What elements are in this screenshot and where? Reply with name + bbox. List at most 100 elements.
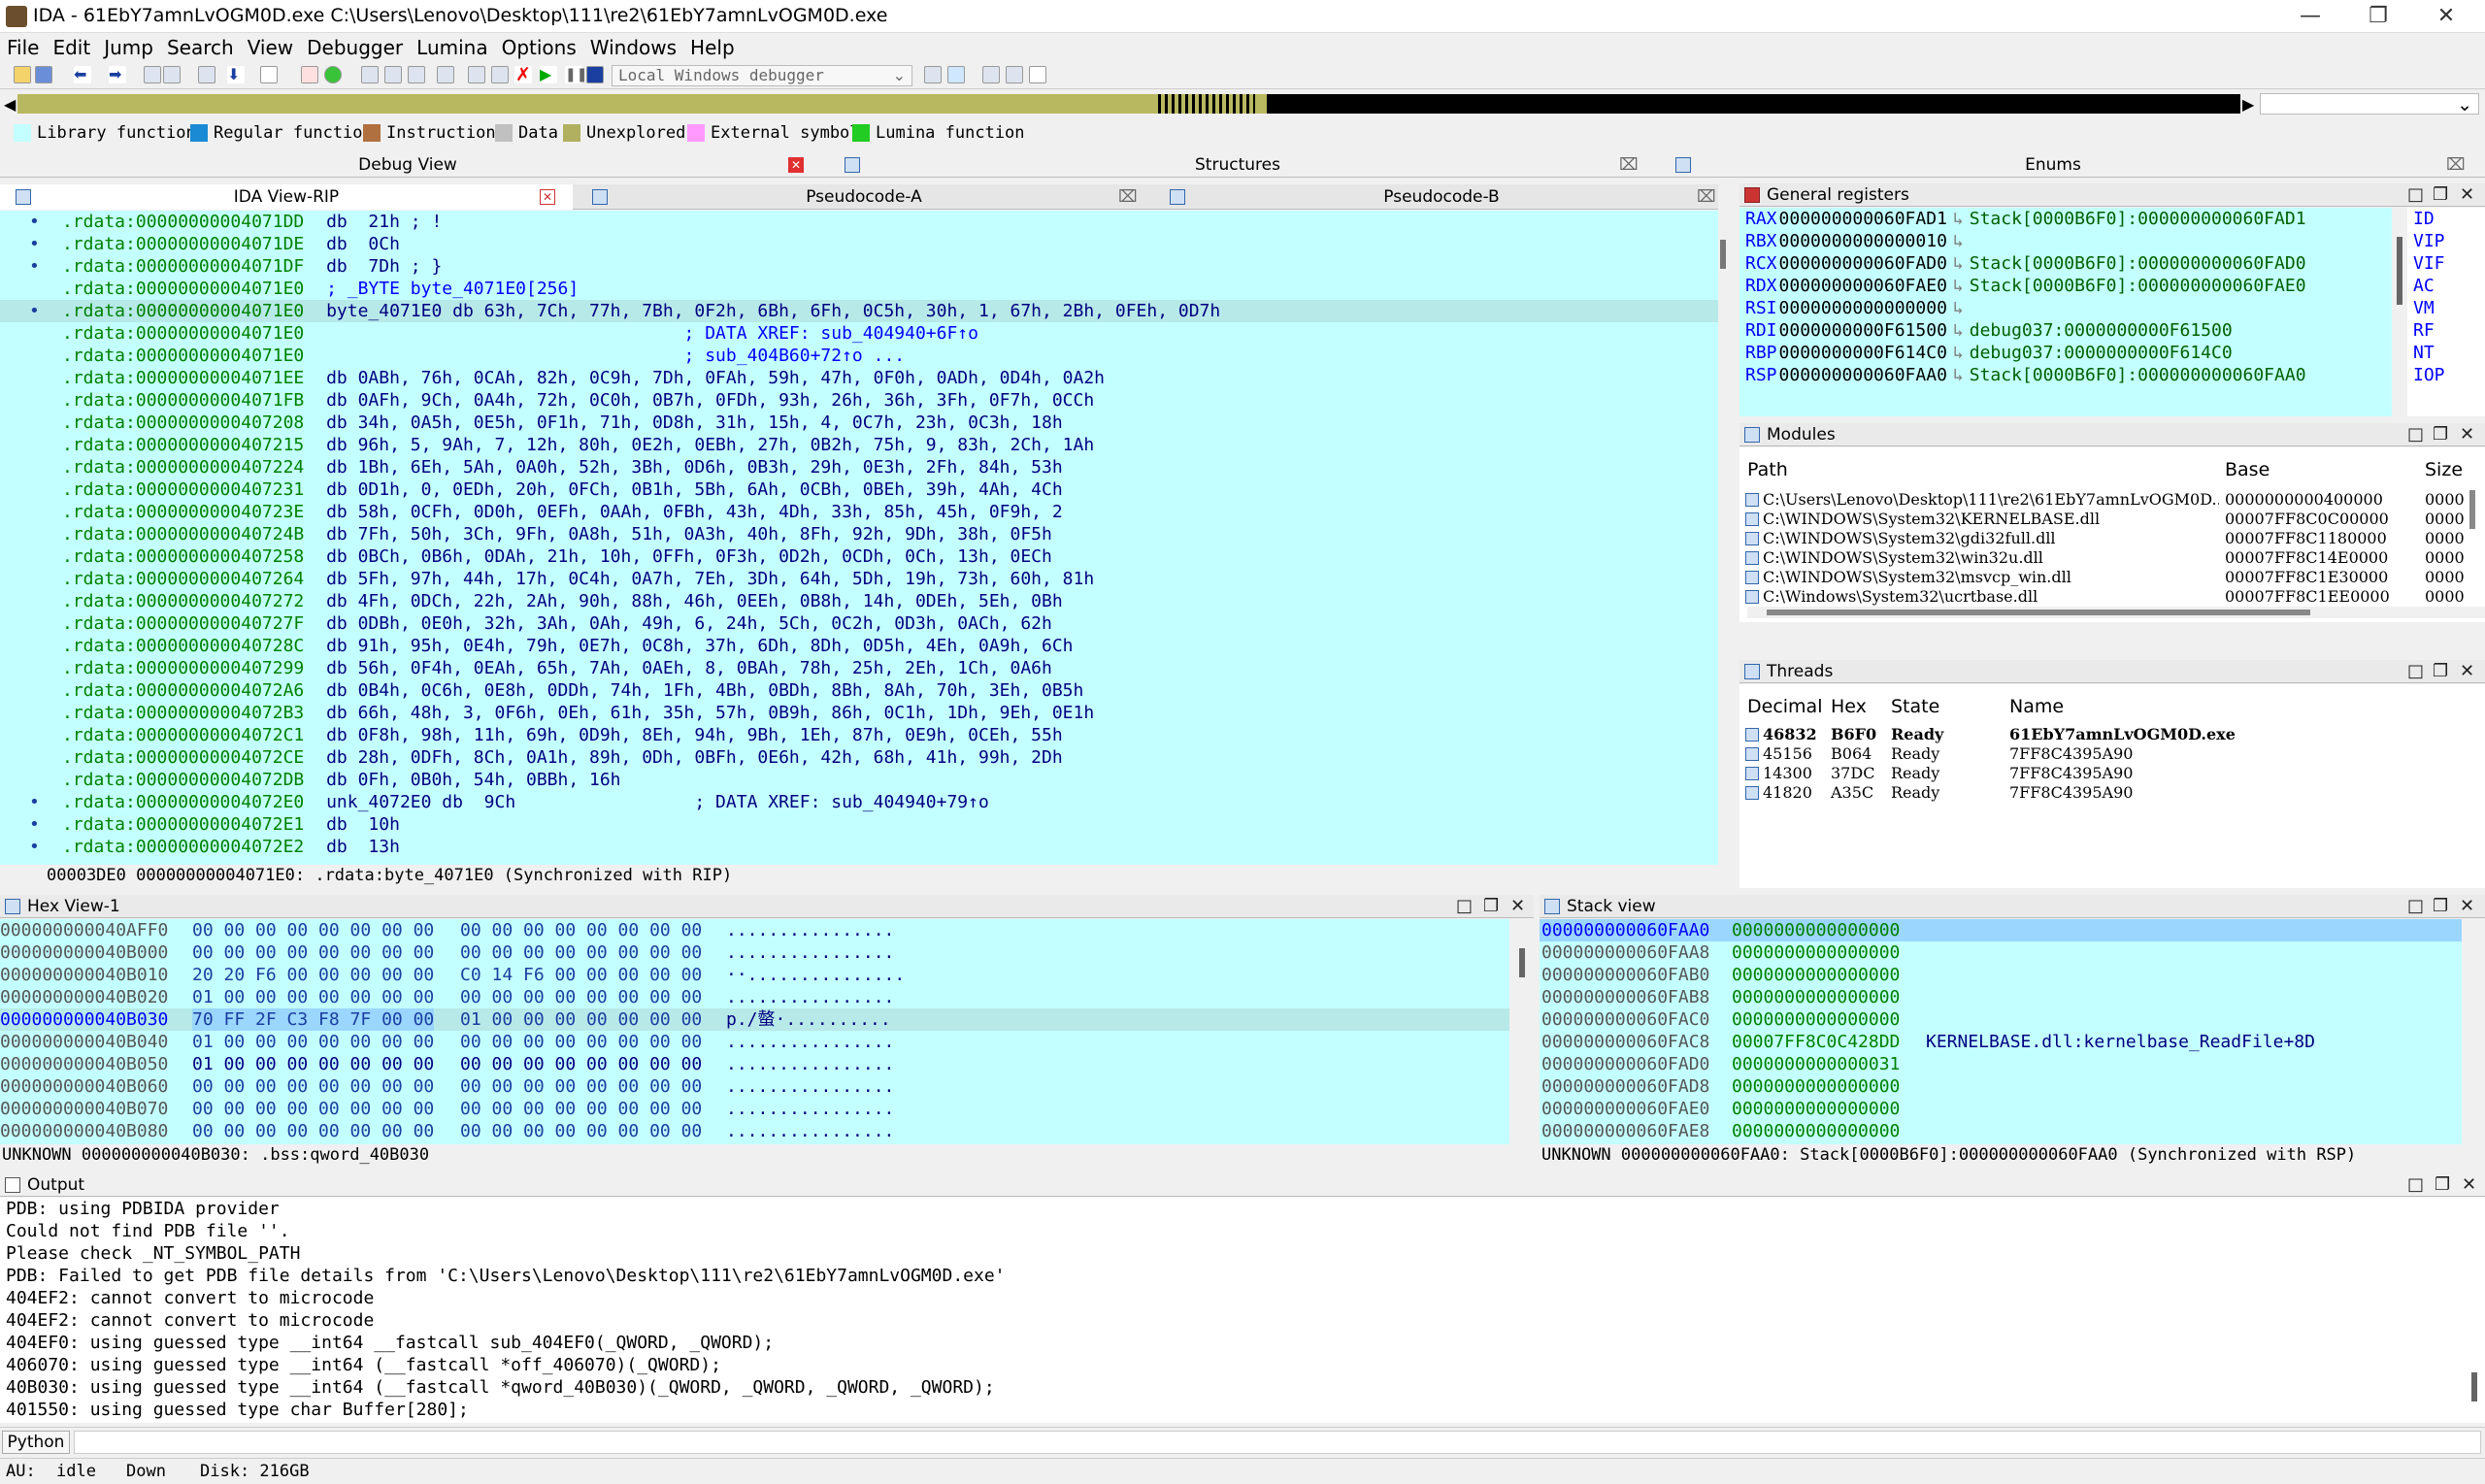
disasm-line[interactable]: .rdata:00000000004072C1 db 0F8h, 98h, 11… [0, 724, 1718, 746]
register-value[interactable]: 000000000060FAE0 [1779, 276, 1947, 296]
debug-options-icon[interactable] [924, 66, 942, 83]
close-icon[interactable]: ⌧ [2446, 152, 2466, 178]
disasm-line[interactable]: .rdata:00000000004071E0 ; _BYTE byte_407… [0, 278, 1718, 300]
tab-structures[interactable]: Structures [864, 152, 1611, 178]
hex-bytes-b[interactable]: 00 00 00 00 00 00 00 00 [460, 1053, 702, 1075]
graph-icon[interactable] [301, 66, 318, 83]
delete-breakpoint-icon[interactable]: ✗ [514, 66, 532, 84]
col-name[interactable]: Name [2009, 694, 2064, 719]
hex-bytes-b[interactable]: 00 00 00 00 00 00 00 00 [460, 1075, 702, 1098]
open-icon[interactable] [14, 66, 31, 83]
disasm-line[interactable]: .rdata:00000000004071EE db 0ABh, 76h, 0C… [0, 367, 1718, 389]
flag-row[interactable]: VIF [2407, 252, 2485, 275]
register-value[interactable]: 0000000000F614C0 [1779, 343, 1947, 363]
debugger-select[interactable]: Local Windows debugger ⌄ [612, 65, 912, 86]
module-row[interactable]: C:\WINDOWS\System32\KERNELBASE.dll 00007F… [1740, 510, 2468, 529]
register-row[interactable]: RSP 000000000060FAA0 ↳ Stack[0000B6F0]:0000… [1740, 364, 2392, 386]
menu-windows[interactable]: Windows [583, 33, 683, 62]
register-row[interactable]: RDX 000000000060FAE0 ↳ Stack[0000B6F0]:0000… [1740, 275, 2392, 297]
threads-rows[interactable]: 46832 B6F0 Ready 61EbY7amnLvOGM0D.exe 45156 B… [1740, 725, 2477, 803]
hex-row[interactable]: 000000000040B030 70 FF 2F C3 F8 7F 00 00 0… [0, 1008, 1509, 1031]
disasm-line[interactable]: .rdata:0000000000407231 db 0D1h, 0, 0EDh… [0, 478, 1718, 501]
register-row[interactable]: RDI 0000000000F61500 ↳ debug037:0000000000F… [1740, 319, 2392, 342]
stack-row[interactable]: 000000000060FAB0 0000000000000000 [1540, 964, 2462, 986]
registers-scrollbar[interactable] [2392, 208, 2407, 416]
stack-row[interactable]: 000000000060FAB8 0000000000000000 [1540, 986, 2462, 1008]
menu-view[interactable]: View [241, 33, 300, 62]
disasm-line[interactable]: • .rdata:00000000004071DF db 7Dh ; } [0, 255, 1718, 278]
disasm-line[interactable]: • .rdata:00000000004071DE db 0Ch [0, 233, 1718, 255]
paste-icon[interactable] [163, 66, 181, 83]
patch-icon[interactable] [198, 66, 215, 83]
menu-options[interactable]: Options [495, 33, 583, 62]
col-hex[interactable]: Hex [1831, 694, 1867, 719]
stack-view-scrollbar[interactable] [2462, 919, 2485, 1144]
float-pane-icon[interactable]: ❐ [1483, 895, 1499, 918]
struct-icon[interactable] [468, 66, 485, 83]
hex-bytes-a[interactable]: 00 00 00 00 00 00 00 00 [192, 1098, 434, 1120]
disasm-line[interactable]: .rdata:0000000000407224 db 1Bh, 6Eh, 5Ah… [0, 456, 1718, 478]
output-log[interactable]: PDB: using PDBIDA provider Could not find… [0, 1198, 2466, 1423]
register-row[interactable]: RAX 000000000060FAD1 ↳ Stack[0000B6F0]:0000… [1740, 208, 2392, 230]
registers-list[interactable]: RAX 000000000060FAD1 ↳ Stack[0000B6F0]:0000… [1740, 208, 2392, 416]
maximize-pane-icon[interactable]: □ [2407, 183, 2424, 207]
register-value[interactable]: 0000000000F61500 [1779, 320, 1947, 341]
flag-row[interactable]: VM [2407, 297, 2485, 319]
navigation-strip[interactable] [17, 94, 2240, 114]
flag-row[interactable]: NT [2407, 342, 2485, 364]
disasm-line[interactable]: • .rdata:00000000004071DD db 21h ; ! [0, 211, 1718, 233]
menu-file[interactable]: File [0, 33, 46, 62]
python-button[interactable]: Python [2, 1431, 70, 1454]
thread-row[interactable]: 45156 B064 Ready 7FF8C4395A90 [1740, 744, 2477, 764]
thread-row[interactable]: 41820 A35C Ready 7FF8C4395A90 [1740, 783, 2477, 803]
tab-pseudocode-a[interactable]: Pseudocode-A [612, 184, 1116, 210]
disasm-line[interactable]: .rdata:0000000000407215 db 96h, 5, 9Ah, … [0, 434, 1718, 456]
close-icon[interactable]: ✕ [2462, 1173, 2476, 1197]
nav-right-arrow-icon[interactable]: ▶ [2242, 95, 2254, 114]
register-row[interactable]: RBX 0000000000000010 ↳ [1740, 230, 2392, 252]
float-pane-icon[interactable]: ❐ [2433, 895, 2448, 918]
close-icon[interactable]: ⌧ [1118, 184, 1138, 210]
tracing-icon[interactable] [1006, 66, 1023, 83]
modules-vscroll-thumb[interactable] [2469, 490, 2475, 529]
close-icon[interactable]: ✕ [2460, 423, 2474, 446]
disasm-line[interactable]: • .rdata:00000000004072E1 db 10h [0, 813, 1718, 836]
scrollbar-thumb[interactable] [2471, 1372, 2477, 1402]
hex-bytes-b[interactable]: 00 00 00 00 00 00 00 00 [460, 919, 702, 941]
scrollbar-thumb[interactable] [2397, 237, 2402, 305]
menu-debugger[interactable]: Debugger [300, 33, 410, 62]
close-icon[interactable]: ⌧ [1697, 184, 1716, 210]
hex-bytes-a[interactable]: 01 00 00 00 00 00 00 00 [192, 1053, 434, 1075]
register-row[interactable]: RBP 0000000000F614C0 ↳ debug037:0000000000F… [1740, 342, 2392, 364]
disasm-line[interactable]: .rdata:0000000000407299 db 56h, 0F4h, 0E… [0, 657, 1718, 679]
stack-row[interactable]: 000000000060FAC8 00007FF8C0C428DD KERNELBA… [1540, 1031, 2462, 1053]
copy-icon[interactable] [144, 66, 161, 83]
module-row[interactable]: C:\WINDOWS\System32\win32u.dll 00007FF8C1… [1740, 548, 2468, 568]
xref-to-icon[interactable] [384, 66, 402, 83]
pause-icon[interactable]: ❚❚ [565, 66, 587, 83]
maximize-pane-icon[interactable]: □ [2407, 423, 2424, 446]
text-icon[interactable] [260, 66, 278, 83]
hex-row[interactable]: 000000000040B020 01 00 00 00 00 00 00 00 0… [0, 986, 1509, 1008]
hex-bytes-a[interactable]: 00 00 00 00 00 00 00 00 [192, 1075, 434, 1098]
float-pane-icon[interactable]: ❐ [2433, 423, 2448, 446]
disasm-line[interactable]: .rdata:00000000004072B3 db 66h, 48h, 3, … [0, 702, 1718, 724]
maximize-pane-icon[interactable]: □ [2407, 660, 2424, 683]
hex-row[interactable]: 000000000040B060 00 00 00 00 00 00 00 00 0… [0, 1075, 1509, 1098]
nav-left-arrow-icon[interactable]: ◀ [4, 95, 16, 114]
hex-bytes-b[interactable]: 00 00 00 00 00 00 00 00 [460, 1098, 702, 1120]
register-value[interactable]: 0000000000000000 [1779, 298, 1947, 318]
attach-icon[interactable] [947, 66, 965, 83]
hex-bytes-a[interactable]: 00 00 00 00 00 00 00 00 [192, 919, 434, 941]
back-icon[interactable]: ⬅ [74, 66, 91, 83]
flag-row[interactable]: IOP [2407, 364, 2485, 386]
thread-row[interactable]: 46832 B6F0 Ready 61EbY7amnLvOGM0D.exe [1740, 725, 2477, 744]
col-path[interactable]: Path [1747, 457, 1788, 482]
ida-view-scrollbar[interactable] [1718, 211, 1738, 865]
flags-list[interactable]: ID VIP VIF AC VM RF NT IOP [2407, 208, 2485, 416]
disasm-line[interactable]: .rdata:0000000000407264 db 5Fh, 97h, 44h… [0, 568, 1718, 590]
module-row[interactable]: C:\Windows\System32\ucrtbase.dll 00007FF8… [1740, 587, 2468, 607]
start-debug-icon[interactable]: ▶ [540, 66, 557, 83]
trace-options-icon[interactable] [1029, 66, 1046, 83]
disasm-line[interactable]: .rdata:0000000000407272 db 4Fh, 0DCh, 22… [0, 590, 1718, 612]
